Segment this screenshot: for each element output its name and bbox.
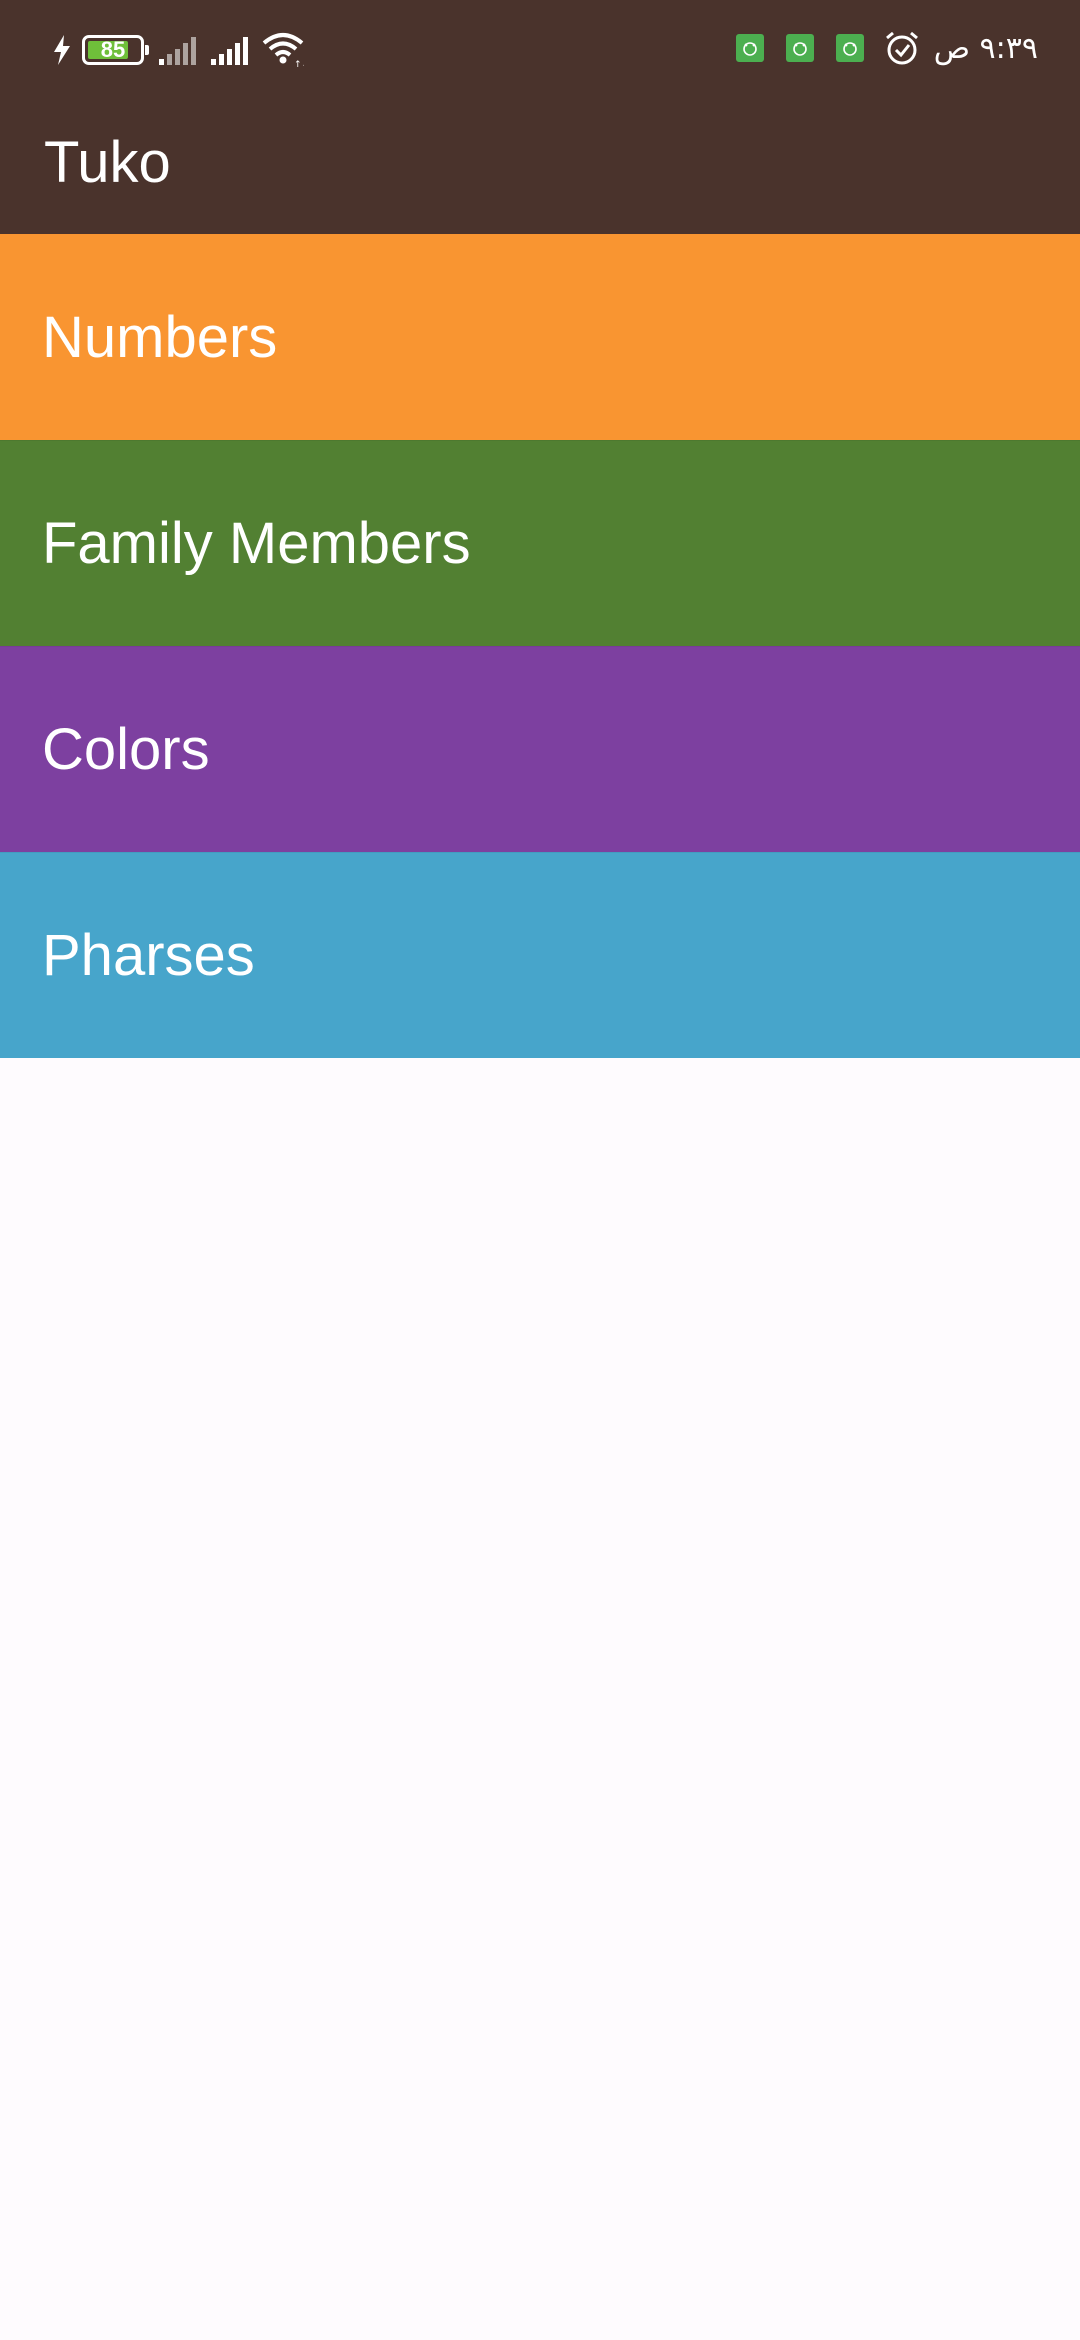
clock-text: ٩:٣٩ ص <box>933 30 1038 66</box>
category-label: Pharses <box>42 923 255 988</box>
charging-bolt-icon <box>52 35 72 65</box>
category-label: Numbers <box>42 304 278 370</box>
status-right-group: ٩:٣٩ ص <box>714 26 1038 70</box>
category-list: Numbers Family Members Colors Pharses <box>0 234 1080 1058</box>
category-item-colors[interactable]: Colors <box>0 646 1080 852</box>
category-label: Colors <box>42 717 210 782</box>
signal-icon <box>210 35 250 65</box>
screen: 85 ↑ ٩:٣٩ ص Tuko Numbers Family Members … <box>0 0 1080 2340</box>
status-bar: 85 ↑ ٩:٣٩ ص <box>0 0 1080 98</box>
category-item-phrases[interactable]: Pharses <box>0 852 1080 1058</box>
app-notification-icon <box>835 34 864 62</box>
category-label: Family Members <box>42 511 471 576</box>
app-bar: Tuko <box>0 98 1080 234</box>
svg-text:↑↓: ↑↓ <box>294 60 304 68</box>
battery-icon: 85 <box>82 35 149 65</box>
app-notification-icon <box>735 34 764 62</box>
alarm-icon <box>884 30 920 66</box>
category-item-family-members[interactable]: Family Members <box>0 440 1080 646</box>
status-left-group: 85 ↑ <box>52 30 304 70</box>
battery-level: 85 <box>100 37 126 62</box>
category-item-numbers[interactable]: Numbers <box>0 234 1080 440</box>
app-title: Tuko <box>44 130 171 195</box>
wifi-icon: ↑↓ <box>262 32 304 68</box>
signal-icon <box>158 35 198 65</box>
app-notification-icon <box>785 34 814 62</box>
